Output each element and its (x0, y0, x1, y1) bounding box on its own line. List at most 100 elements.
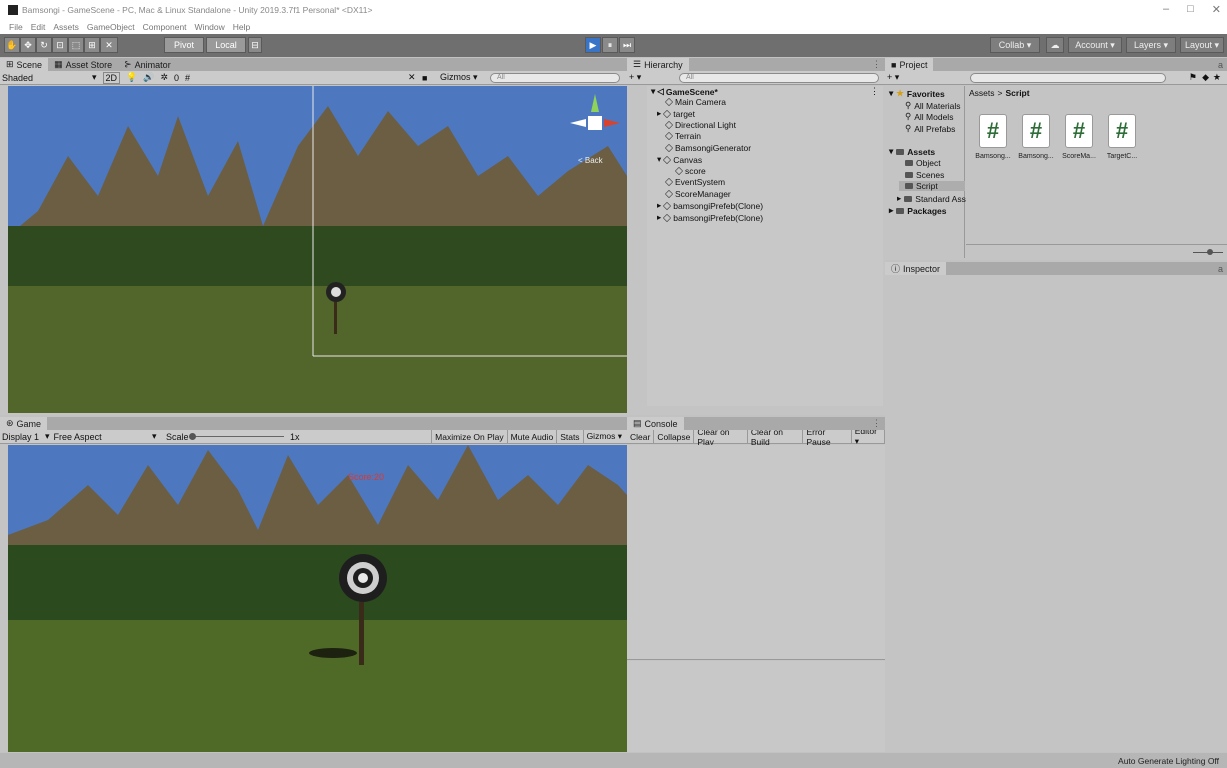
favorites-node[interactable]: ▾ ★ Favorites (889, 88, 945, 99)
expand-arrow-icon[interactable]: ▾ (657, 154, 661, 165)
transform-tool-icon[interactable]: ⊞ (84, 37, 100, 53)
tab-game[interactable]: ⊛ Game (0, 417, 48, 430)
fx-icon[interactable]: ✲ (160, 72, 168, 83)
rotate-tool-icon[interactable]: ↻ (36, 37, 52, 53)
collapse-arrow-icon[interactable]: ▸ (657, 212, 661, 223)
scene-search-input[interactable]: All (490, 72, 620, 83)
csharp-script-icon[interactable]: # (1022, 114, 1050, 148)
console-error-pause-toggle[interactable]: Error Pause (803, 427, 852, 447)
display-arrow-icon[interactable]: ▾ (45, 431, 50, 442)
layers-dropdown[interactable]: Layers ▾ (1126, 37, 1176, 53)
collapse-arrow-icon[interactable]: ▸ (889, 205, 893, 216)
gizmos-dropdown[interactable]: Gizmos ▾ (440, 72, 478, 83)
tab-scene[interactable]: ⊞ Scene (0, 58, 49, 71)
breadcrumb-root[interactable]: Assets (969, 88, 995, 98)
collapse-arrow-icon[interactable]: ▸ (657, 108, 661, 119)
icon-size-thumb[interactable] (1207, 249, 1213, 255)
hierarchy-item[interactable]: ScoreManager (664, 189, 731, 199)
hierarchy-item[interactable]: EventSystem (664, 177, 725, 187)
light-icon[interactable]: 💡 (126, 72, 137, 83)
maximize-button[interactable]: □ (1187, 3, 1194, 16)
asset-folder[interactable]: Object (905, 158, 941, 168)
hierarchy-item[interactable]: Directional Light (664, 120, 736, 130)
display-dropdown[interactable]: Display 1 (2, 432, 39, 442)
hierarchy-scene-root[interactable]: ▾ ◁ GameScene* (651, 86, 718, 97)
hierarchy-item[interactable]: Main Camera (664, 97, 726, 107)
pause-button[interactable]: ⏸ (602, 37, 618, 53)
pivot-toggle[interactable]: Pivot (164, 37, 204, 53)
tab-animator[interactable]: ⊱ Animator (118, 58, 177, 71)
asset-folder[interactable]: ▸ Standard Ass (897, 193, 966, 204)
mute-audio-toggle[interactable]: Mute Audio (506, 429, 557, 444)
console-log-list[interactable] (627, 445, 885, 660)
collab-dropdown[interactable]: Collab ▾ (990, 37, 1040, 53)
maximize-on-play-toggle[interactable]: Maximize On Play (431, 429, 507, 444)
asset-folder[interactable]: Scenes (905, 170, 944, 180)
snap-icon[interactable]: ⊟ (248, 37, 262, 53)
play-button[interactable]: ▶ (585, 37, 601, 53)
shading-dropdown[interactable]: Shaded (2, 73, 82, 83)
console-menu-icon[interactable]: ⋮ (872, 418, 881, 429)
collapse-arrow-icon[interactable]: ▸ (897, 193, 901, 204)
local-toggle[interactable]: Local (206, 37, 246, 53)
console-collapse-toggle[interactable]: Collapse (654, 430, 695, 443)
cloud-icon[interactable]: ☁ (1046, 37, 1064, 53)
scale-slider-track[interactable] (192, 436, 284, 437)
scale-slider-thumb[interactable] (189, 433, 196, 440)
account-dropdown[interactable]: Account ▾ (1068, 37, 1122, 53)
grid-icon[interactable]: # (185, 73, 190, 83)
menu-edit[interactable]: Edit (31, 22, 46, 32)
menu-help[interactable]: Help (233, 22, 250, 32)
rect-tool-icon[interactable]: ⬚ (68, 37, 84, 53)
tab-project[interactable]: ■ Project (885, 58, 934, 71)
project-add-button[interactable]: + ▾ (887, 72, 899, 83)
console-clear-on-play-toggle[interactable]: Clear on Play (694, 427, 748, 447)
camera-icon[interactable]: ■ (422, 73, 427, 83)
favorite-item[interactable]: ⚲ All Prefabs (905, 123, 955, 134)
hierarchy-search-input[interactable]: All (679, 72, 879, 83)
lighting-status[interactable]: Auto Generate Lighting Off (1118, 756, 1219, 766)
expand-arrow-icon[interactable]: ▾ (889, 146, 893, 157)
console-clear-on-build-toggle[interactable]: Clear on Build (748, 427, 804, 447)
hierarchy-item[interactable]: BamsongiGenerator (664, 143, 751, 153)
aspect-arrow-icon[interactable]: ▾ (152, 431, 157, 442)
game-viewport[interactable]: Score:20 (8, 445, 627, 752)
gizmo-back-label[interactable]: < Back (578, 156, 604, 165)
menu-file[interactable]: File (9, 22, 23, 32)
scene-menu-icon[interactable]: ⋮ (870, 86, 879, 97)
tools-icon[interactable]: ✕ (408, 72, 416, 83)
dropdown-arrow-icon[interactable]: ▾ (92, 72, 97, 83)
assets-node[interactable]: ▾ Assets (889, 146, 935, 157)
hierarchy-item[interactable]: score (674, 166, 706, 176)
collapse-arrow-icon[interactable]: ▸ (657, 200, 661, 211)
tab-hierarchy[interactable]: ☰ Hierarchy (627, 58, 689, 71)
scale-tool-icon[interactable]: ⊡ (52, 37, 68, 53)
csharp-script-icon[interactable]: # (979, 114, 1007, 148)
close-button[interactable]: ✕ (1212, 3, 1221, 16)
hierarchy-add-button[interactable]: + ▾ (629, 72, 641, 83)
favorite-star-icon[interactable]: ★ (1213, 72, 1221, 83)
move-tool-icon[interactable]: ✥ (20, 37, 36, 53)
csharp-script-icon[interactable]: # (1065, 114, 1093, 148)
menu-gameobject[interactable]: GameObject (87, 22, 135, 32)
menu-assets[interactable]: Assets (53, 22, 79, 32)
lock-icon[interactable]: a (1218, 60, 1223, 70)
stats-toggle[interactable]: Stats (556, 429, 582, 444)
expand-arrow-icon[interactable]: ▾ (651, 86, 655, 97)
console-editor-dropdown[interactable]: Editor ▾ (852, 426, 885, 446)
step-button[interactable]: ⏭ (619, 37, 635, 53)
custom-tool-icon[interactable]: ✕ (100, 37, 118, 53)
tab-console[interactable]: ▤ Console (627, 417, 684, 430)
inspector-lock-icon[interactable]: a (1218, 264, 1223, 274)
scene-viewport[interactable]: < Back (8, 86, 627, 413)
layout-dropdown[interactable]: Layout ▾ (1180, 37, 1224, 53)
hand-tool-icon[interactable]: ✋ (4, 37, 20, 53)
menu-window[interactable]: Window (195, 22, 225, 32)
menu-component[interactable]: Component (143, 22, 187, 32)
breadcrumb-current[interactable]: Script (1005, 88, 1029, 98)
panel-menu-icon[interactable]: ⋮ (872, 59, 881, 70)
hierarchy-item[interactable]: ▸ target (657, 108, 695, 119)
tab-inspector[interactable]: ⓘ Inspector (885, 262, 947, 275)
asset-folder-selected[interactable]: Script (899, 181, 965, 191)
packages-node[interactable]: ▸ Packages (889, 205, 947, 216)
